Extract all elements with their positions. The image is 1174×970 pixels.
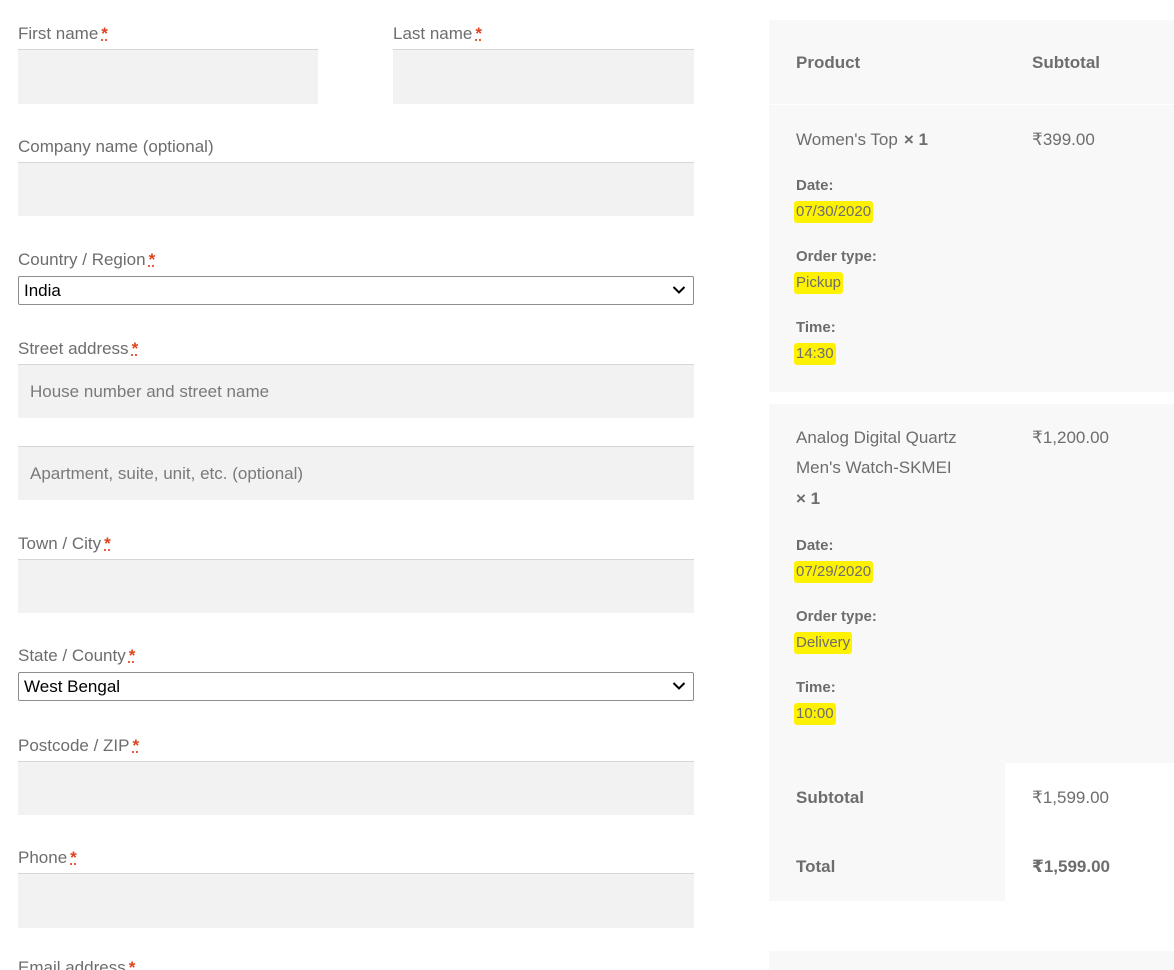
order-item-name: Women's Top × 1 <box>796 130 928 149</box>
row-divider <box>769 104 1174 105</box>
order-item-qty: × 1 <box>796 489 821 508</box>
country-select[interactable]: India <box>18 276 694 305</box>
required-mark: * <box>132 736 140 755</box>
chevron-down-icon <box>672 682 686 690</box>
required-mark: * <box>475 24 483 43</box>
order-item-date: 07/29/2020 <box>794 561 874 583</box>
order-total-value: ₹1,599.00 <box>1032 857 1111 876</box>
company-label: Company name (optional) <box>18 137 214 156</box>
last-name-label: Last name * <box>393 24 483 43</box>
state-select-value: West Bengal <box>24 677 121 696</box>
order-item-price: ₹399.00 <box>1032 130 1095 149</box>
order-total-label: Total <box>796 857 836 876</box>
row-divider <box>769 392 1174 404</box>
required-mark: * <box>128 646 136 665</box>
apartment-input[interactable] <box>18 446 694 500</box>
required-mark: * <box>104 534 111 553</box>
order-item-type-label: Order type: <box>796 608 877 625</box>
order-item-time: 10:00 <box>794 703 836 725</box>
city-label: Town / City * <box>18 534 111 553</box>
required-mark: * <box>101 24 108 43</box>
state-select[interactable]: West Bengal <box>18 672 694 701</box>
street-address-input[interactable] <box>18 364 694 418</box>
cart-subtotal-value: ₹1,599.00 <box>1032 788 1109 807</box>
required-mark: * <box>148 250 156 269</box>
order-item-name-line2: Men's Watch-SKMEI <box>796 458 952 477</box>
order-item-name: Analog Digital Quartz <box>796 428 957 447</box>
payment-panel <box>769 951 1174 970</box>
phone-input[interactable] <box>18 873 694 928</box>
city-input[interactable] <box>18 559 694 613</box>
first-name-input[interactable] <box>18 49 318 104</box>
order-item-type-label: Order type: <box>796 248 877 265</box>
state-label: State / County * <box>18 646 136 665</box>
order-item-type: Pickup <box>794 272 844 294</box>
order-item-date-label: Date: <box>796 537 834 554</box>
order-item-time: 14:30 <box>794 343 836 365</box>
order-item-qty: × 1 <box>903 130 928 149</box>
order-item-date-label: Date: <box>796 177 834 194</box>
required-mark: * <box>128 958 136 970</box>
cart-subtotal-label: Subtotal <box>796 788 864 807</box>
company-input[interactable] <box>18 162 694 216</box>
order-item-time-label: Time: <box>796 319 836 336</box>
order-item-date: 07/30/2020 <box>794 201 874 223</box>
first-name-label: First name * <box>18 24 108 43</box>
order-item-price: ₹1,200.00 <box>1032 428 1109 447</box>
phone-label: Phone * <box>18 848 77 867</box>
required-mark: * <box>70 848 77 867</box>
order-totals-panel <box>769 763 1005 901</box>
subtotal-column-header: Subtotal <box>1032 53 1100 72</box>
country-label: Country / Region * <box>18 250 156 269</box>
chevron-down-icon <box>672 286 686 294</box>
email-label: Email address * <box>18 958 135 970</box>
country-select-value: India <box>24 281 61 300</box>
last-name-input[interactable] <box>393 49 694 104</box>
postcode-label: Postcode / ZIP * <box>18 736 140 755</box>
required-mark: * <box>131 339 139 358</box>
product-column-header: Product <box>796 53 861 72</box>
postcode-input[interactable] <box>18 761 694 815</box>
street-label: Street address * <box>18 339 139 358</box>
order-item-time-label: Time: <box>796 679 836 696</box>
order-item-type: Delivery <box>794 632 853 654</box>
